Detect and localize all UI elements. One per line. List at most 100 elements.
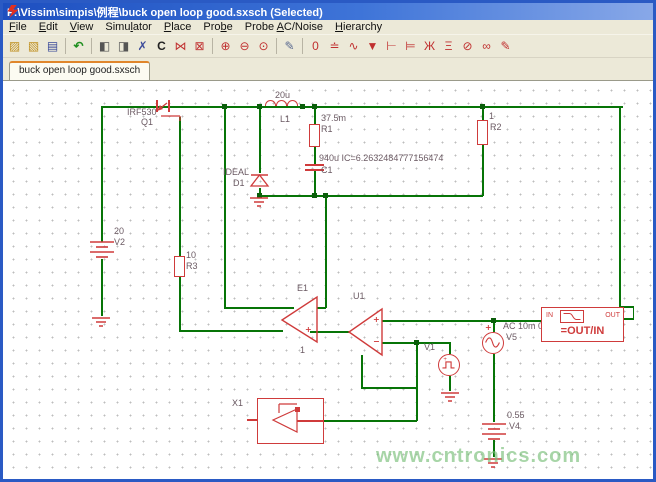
part-a-icon[interactable]: ⋈ [171,37,190,56]
tf-formula-label: =OUT/IN [542,325,623,337]
q1-value-label: IRF530 [127,107,157,117]
junction-dot [257,104,262,109]
schematic-canvas[interactable]: IRF530 Q1 20u L1 37.5m R1 940u IC=6.2632… [3,80,653,479]
ground-symbol [440,391,460,404]
wire-v5-v4[interactable] [493,354,495,422]
flip-vertical-icon[interactable]: ◨ [114,37,133,56]
wire-e1-out-v[interactable] [325,195,327,308]
menu-place[interactable]: Place [158,21,198,33]
app-window: F:\Vissim\simpis\例程\buck open loop good.… [0,0,656,482]
wire-x1-v[interactable] [416,342,418,421]
source-v4[interactable] [480,421,508,443]
r2-value-label: 1 [489,111,494,121]
inductor-l1[interactable] [287,100,298,106]
wire-v1-top[interactable] [449,342,451,354]
menu-hierarchy[interactable]: Hierarchy [329,21,388,33]
cut-icon[interactable]: ✗ [133,37,152,56]
v1-ref-label: V1 [424,342,435,352]
ground-symbol [91,316,111,329]
place-resistor-icon[interactable]: 0 [306,37,325,56]
watermark: www.cntronics.com [376,445,581,468]
c1-value-label: 940u IC=6.2632484777156474 [319,153,443,163]
menu-simulator[interactable]: Simulator [99,21,157,33]
zoom-fit-icon[interactable]: ⊙ [254,37,273,56]
wire-right-drop[interactable] [619,106,621,307]
source-v5[interactable] [482,332,504,354]
place-capacitor-icon[interactable]: ≐ [325,37,344,56]
toolbar-separator [91,38,92,54]
x1-right-stub [297,420,324,422]
new-folder-icon[interactable]: ▧ [24,37,43,56]
junction-dot [414,340,419,345]
v2-value-label: 20 [114,226,124,236]
wire-x1-h[interactable] [324,420,417,422]
inductor-l1[interactable] [265,100,276,106]
wire-v2-top[interactable] [101,106,103,242]
wire-d1-top[interactable] [259,106,261,173]
wire-v1-gnd[interactable] [449,376,451,391]
flip-horizontal-icon[interactable]: ◧ [95,37,114,56]
u1-ref-label: U1 [353,291,365,301]
menu-bar: File Edit View Simulator Place Probe Pro… [3,20,653,35]
wire-u1-bot-v[interactable] [361,355,363,388]
resistor-r3[interactable] [174,256,185,277]
x1-pin-dot [295,407,300,412]
wire-e1-sense-v[interactable] [224,106,226,307]
place-ac-source-icon[interactable]: ∿ [344,37,363,56]
source-v1[interactable]: + [438,354,460,376]
wire-gate-bottom[interactable] [179,277,181,331]
undo-icon[interactable]: ↶ [69,37,88,56]
junction-dot [480,104,485,109]
x1-left-stub [247,419,257,421]
wire-v2-bottom[interactable] [101,259,103,316]
toolbar-separator [65,38,66,54]
tab-schematic[interactable]: buck open loop good.sxsch [9,61,150,80]
wire-block-out[interactable] [624,318,634,320]
wire-r1-c1[interactable] [314,147,316,164]
menu-probe[interactable]: Probe [197,21,238,33]
q1-ref-label: Q1 [141,117,153,127]
zoom-out-icon[interactable]: ⊖ [235,37,254,56]
r2-ref-label: R2 [490,122,502,132]
open-folder-icon[interactable]: ▨ [5,37,24,56]
place-prohibit-icon[interactable]: ⊘ [458,37,477,56]
r1-ref-label: R1 [321,124,333,134]
place-winding-icon[interactable]: Ξ [439,37,458,56]
menu-edit[interactable]: Edit [33,21,64,33]
mosfet-q1[interactable] [153,97,187,123]
rotate-icon[interactable]: C [152,37,171,56]
place-transformer-icon[interactable]: Ж [420,37,439,56]
r3-ref-label: R3 [186,261,198,271]
sine-waveform-icon [483,333,502,352]
transfer-function-block[interactable]: IN OUT =OUT/IN [541,307,624,342]
menu-view[interactable]: View [64,21,100,33]
place-coupling-icon[interactable]: ∞ [477,37,496,56]
tab-row: buck open loop good.sxsch [3,58,653,80]
place-nmos-icon[interactable]: ⊢ [382,37,401,56]
wire-u1-bot-h[interactable] [361,387,417,389]
d1-ref-label: D1 [233,178,245,188]
place-pmos-icon[interactable]: ⊨ [401,37,420,56]
diode-d1[interactable] [249,172,270,189]
tf-out-label: OUT [605,312,620,319]
wire-gate-top[interactable] [179,117,181,256]
wire-ground-rail[interactable] [259,195,483,197]
place-diode-icon[interactable]: ▼ [363,37,382,56]
part-b-icon[interactable]: ⊠ [190,37,209,56]
zoom-in-icon[interactable]: ⊕ [216,37,235,56]
v5-plus-marker: + [485,324,492,332]
menu-probe-ac-noise[interactable]: Probe AC/Noise [239,21,329,33]
resistor-r2[interactable] [477,120,488,145]
wire-gate-h[interactable] [179,330,283,332]
menu-file[interactable]: File [3,21,33,33]
resistor-r1[interactable] [309,124,320,147]
save-icon[interactable]: ▤ [43,37,62,56]
source-v2[interactable] [88,237,116,263]
wire-pencil-icon[interactable]: ✎ [280,37,299,56]
wire-r2-bottom[interactable] [482,145,484,196]
inductor-l1[interactable] [276,100,287,106]
probe-pencil-icon[interactable]: ✎ [496,37,515,56]
junction-dot [323,193,328,198]
junction-dot [222,104,227,109]
vcvs-e1[interactable] [281,296,319,344]
